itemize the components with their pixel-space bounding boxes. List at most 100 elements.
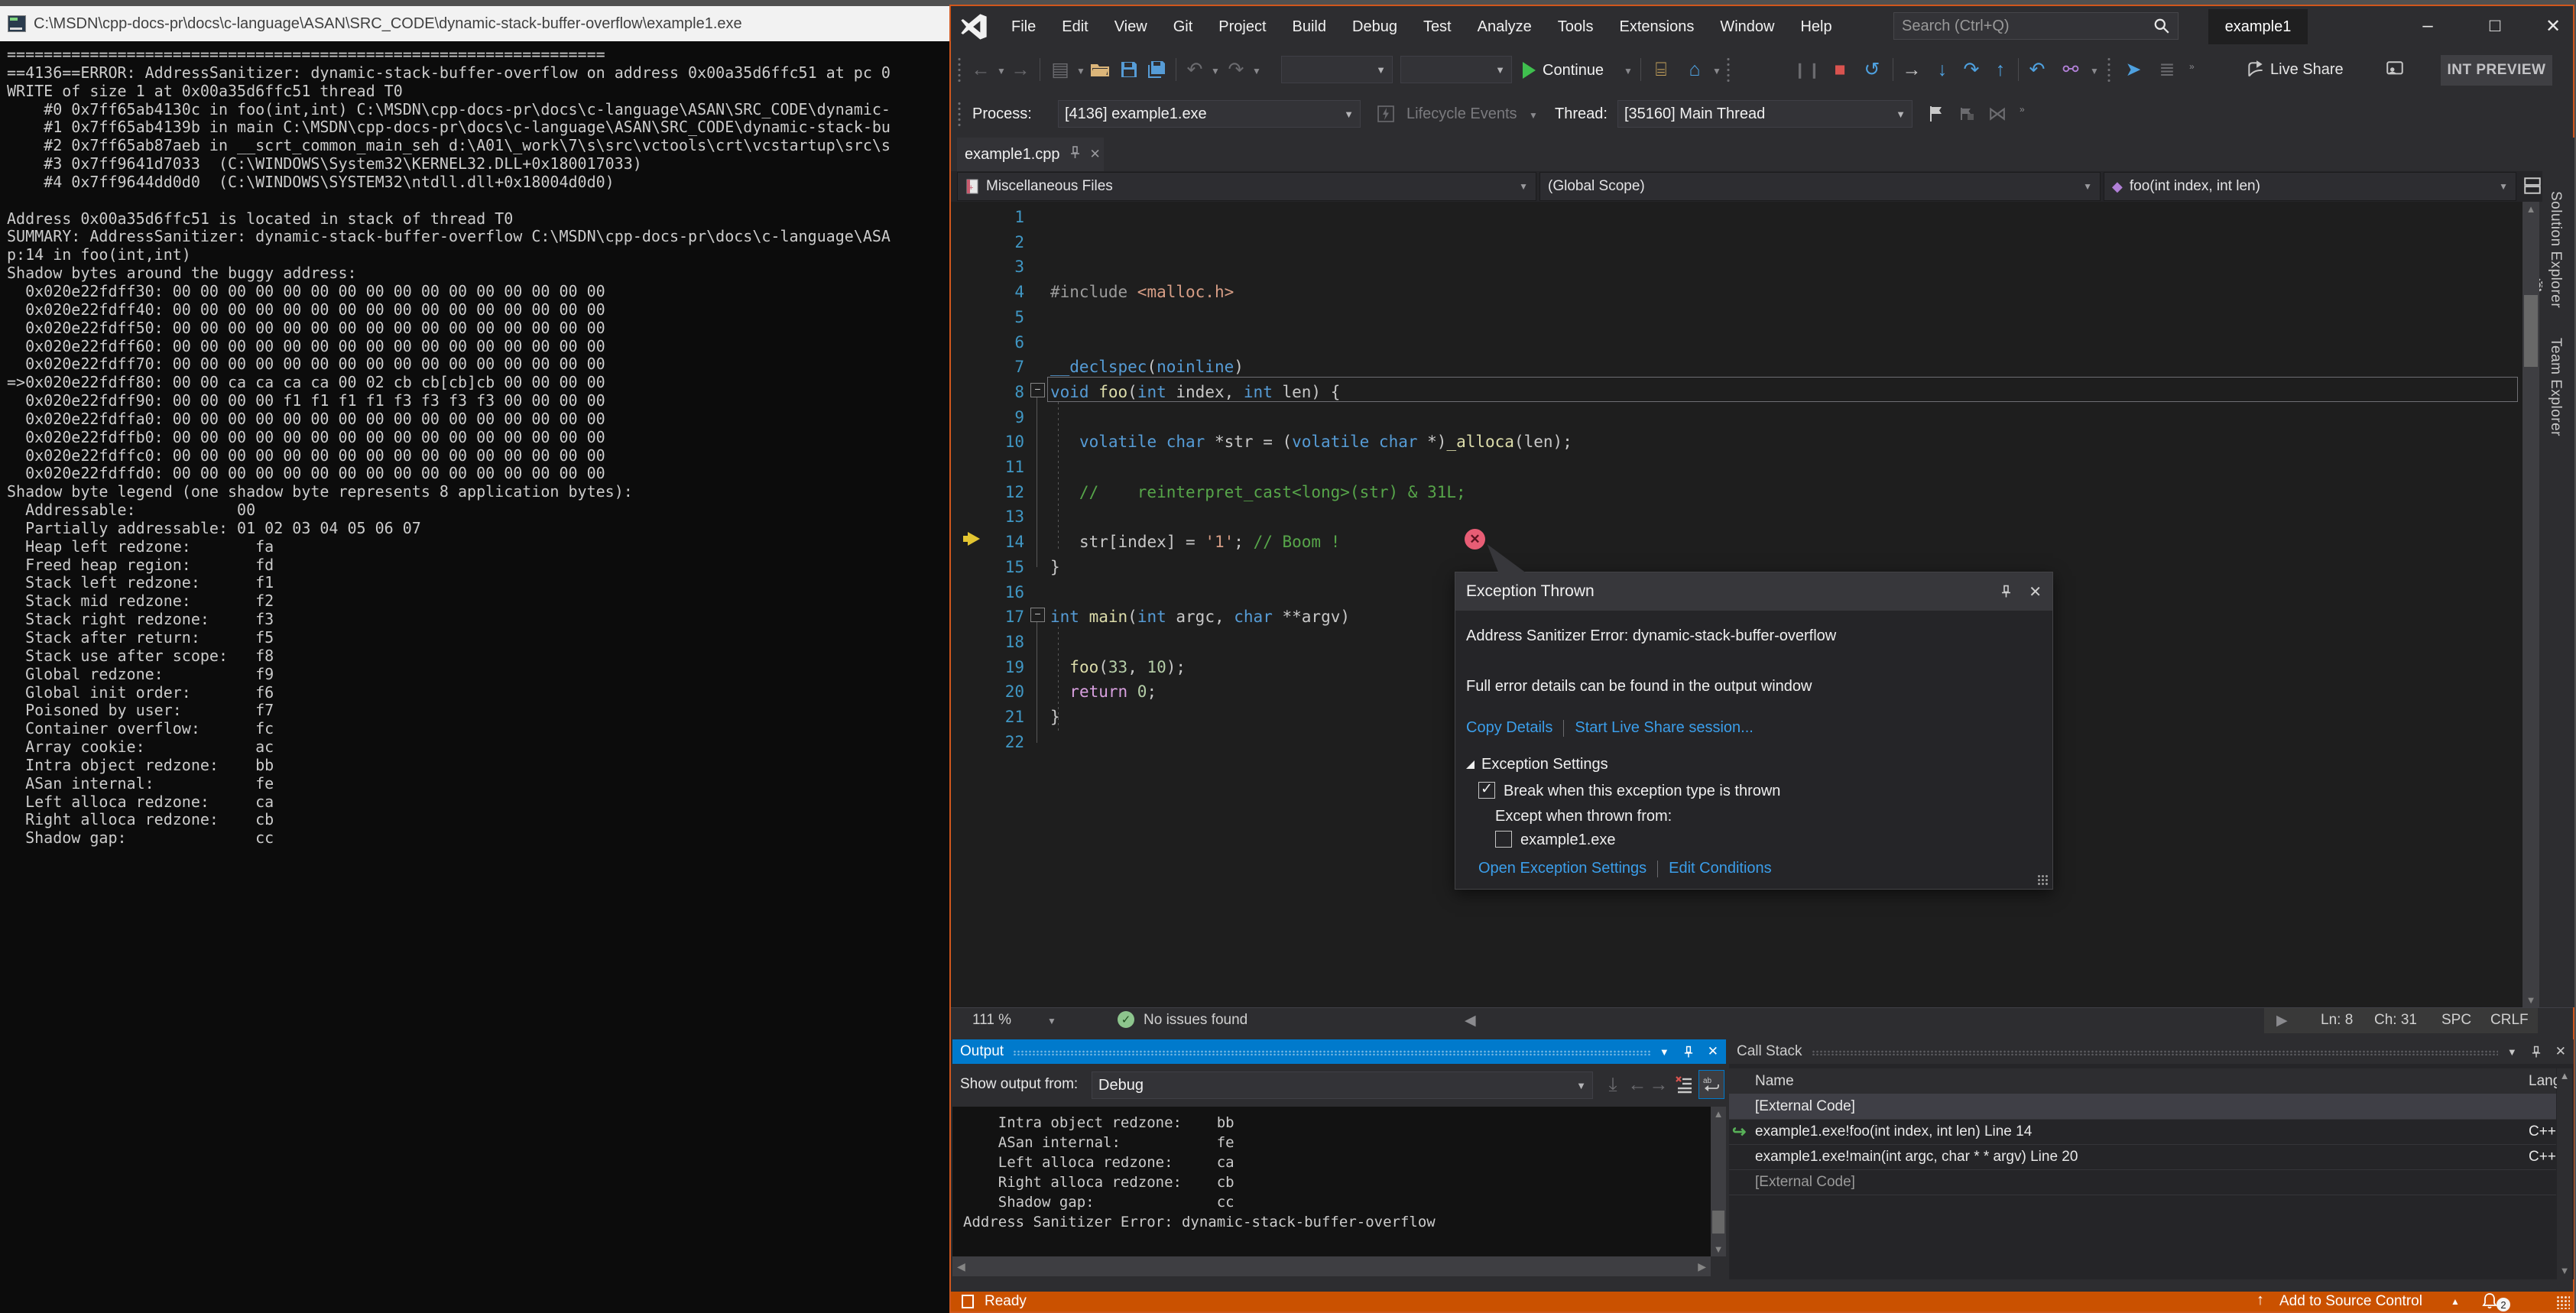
code-line-4[interactable]: #include <malloc.h> (1050, 280, 1234, 305)
pin-icon[interactable] (2531, 1046, 2542, 1059)
step-over-icon[interactable]: ↷ (1958, 58, 1984, 81)
split-editor-icon[interactable] (2522, 176, 2542, 199)
scroll-thumb[interactable] (1712, 1211, 1724, 1234)
flag-threads-icon[interactable] (1923, 102, 1949, 125)
int-preview-button[interactable]: INT PREVIEW (2441, 55, 2552, 86)
toolbar-grip[interactable] (957, 101, 962, 127)
open-exception-settings-link[interactable]: Open Exception Settings (1478, 860, 1646, 877)
code-line-15[interactable]: } (1050, 555, 1060, 580)
maximize-button[interactable]: □ (2475, 11, 2515, 41)
notification-badge[interactable]: 2 (2497, 1298, 2510, 1311)
document-outline-icon[interactable]: ≣ (2154, 58, 2180, 81)
call-stack-row[interactable]: [External Code] (1729, 1094, 2556, 1120)
search-input[interactable]: Search (Ctrl+Q) (1893, 12, 2179, 40)
scroll-left-icon[interactable]: ◀ (957, 1260, 965, 1273)
editor-scrollbar[interactable]: ▲ ▼ (2522, 202, 2539, 1007)
module-checkbox-row[interactable]: example1.exe (1495, 831, 1616, 849)
notifications-bell-icon[interactable] (2481, 1292, 2498, 1313)
add-to-source-control-button[interactable]: Add to Source Control (2279, 1293, 2422, 1310)
exception-error-icon[interactable]: ✕ (1465, 529, 1485, 550)
tab-solution-explorer[interactable]: Solution Explorer (2547, 191, 2564, 308)
menu-file[interactable]: File (998, 12, 1049, 42)
margin-collapse-icon[interactable]: ◀ (1465, 1012, 1476, 1029)
toolbar-grip[interactable] (2107, 57, 2111, 83)
close-icon[interactable]: ✕ (2555, 1044, 2566, 1059)
start-live-share-link[interactable]: Start Live Share session... (1575, 719, 1753, 736)
new-file-icon[interactable]: ▤ (1047, 58, 1073, 81)
goto-message-icon[interactable]: ⤓ (1602, 1073, 1624, 1096)
thread-dropdown[interactable]: [35160] Main Thread▼ (1617, 100, 1913, 128)
clear-all-icon[interactable] (1672, 1073, 1695, 1096)
toolbar-grip[interactable] (957, 57, 962, 83)
prev-message-icon[interactable]: ← (1627, 1073, 1648, 1096)
live-share-label[interactable]: Live Share (2270, 58, 2344, 81)
lifecycle-events-icon[interactable] (1373, 102, 1399, 125)
code-line-17[interactable]: int main(int argc, char **argv) (1050, 605, 1360, 630)
pin-tab-icon[interactable] (1069, 146, 1081, 163)
vs-titlebar[interactable]: FileEditViewGitProjectBuildDebugTestAnal… (951, 6, 2573, 47)
menu-tools[interactable]: Tools (1545, 12, 1607, 42)
menu-view[interactable]: View (1101, 12, 1160, 42)
output-titlebar[interactable]: Output ▼ ✕ (952, 1039, 1726, 1064)
break-checkbox-row[interactable]: Break when this exception type is thrown (1478, 782, 1780, 800)
eol-indicator[interactable]: CRLF (2490, 1012, 2529, 1029)
step-out-icon[interactable]: ↑ (1987, 58, 2013, 81)
window-position-dropdown-icon[interactable]: ▼ (2507, 1046, 2517, 1058)
call-stack-titlebar[interactable]: Call Stack ▼ ✕ (1729, 1039, 2574, 1064)
output-vscrollbar[interactable]: ▲ ▼ (1711, 1107, 1726, 1256)
parallel-stacks-icon[interactable]: ⋈ (1984, 102, 2010, 125)
toolbar-overflow[interactable]: » (2189, 61, 2195, 72)
tab-example1-cpp[interactable]: example1.cpp ✕ (957, 138, 1104, 171)
call-stack-scrollbar[interactable]: ▲ ▼ (2557, 1068, 2572, 1279)
scroll-down-icon[interactable]: ▼ (1711, 1243, 1726, 1255)
code-line-7[interactable]: __declspec(noinline) (1050, 355, 1244, 380)
menu-git[interactable]: Git (1160, 12, 1206, 42)
word-wrap-icon[interactable]: ab (1698, 1070, 1724, 1099)
menu-debug[interactable]: Debug (1339, 12, 1410, 42)
new-file-dropdown[interactable]: ▼ (1076, 66, 1085, 76)
show-next-statement-icon[interactable]: → (1899, 58, 1925, 81)
panel-drag-grip[interactable] (1812, 1050, 2498, 1055)
debug-more-dropdown[interactable]: ▼ (2090, 66, 2099, 76)
project-dropdown[interactable]: + Miscellaneous Files ▼ (957, 172, 1536, 201)
undo-icon[interactable]: ↶ (1182, 58, 1208, 81)
menu-project[interactable]: Project (1205, 12, 1279, 42)
save-icon[interactable] (1116, 58, 1142, 81)
navigate-back-dropdown[interactable]: ▼ (997, 66, 1006, 76)
find-in-files-icon[interactable]: ⌸ (1648, 58, 1674, 81)
zoom-dropdown-icon[interactable]: ▼ (1047, 1016, 1056, 1026)
code-line-12[interactable]: // reinterpret_cast<long>(str) & 31L; (1050, 480, 1466, 505)
lifecycle-dropdown[interactable]: ▼ (1529, 110, 1538, 121)
editor-scroll-thumb[interactable] (2524, 295, 2538, 367)
console-titlebar[interactable]: C:\MSDN\cpp-docs-pr\docs\c-language\ASAN… (0, 6, 949, 41)
home-document-icon[interactable]: ⌂ (1682, 58, 1708, 81)
scope-dropdown[interactable]: (Global Scope)▼ (1539, 172, 2101, 201)
source-control-dropdown-icon[interactable]: ▲ (2451, 1296, 2460, 1307)
menu-test[interactable]: Test (1410, 12, 1465, 42)
expand-icon[interactable]: ▶ (2276, 1012, 2288, 1029)
code-line-20[interactable]: return 0; (1050, 679, 1157, 705)
edit-conditions-link[interactable]: Edit Conditions (1669, 860, 1772, 877)
output-source-dropdown[interactable]: Debug▼ (1092, 1071, 1593, 1099)
name-column-header[interactable]: Name (1755, 1073, 1794, 1090)
save-all-icon[interactable] (1144, 58, 1170, 81)
redo-dropdown[interactable]: ▼ (1252, 66, 1261, 76)
menu-extensions[interactable]: Extensions (1606, 12, 1707, 42)
feedback-icon[interactable] (2382, 58, 2408, 81)
scroll-up-icon[interactable]: ▲ (2522, 203, 2539, 215)
close-icon[interactable]: ✕ (1708, 1044, 1718, 1059)
call-stack-header[interactable]: Name Lang (1729, 1068, 2556, 1094)
stop-debugging-icon[interactable]: ■ (1827, 58, 1853, 81)
exception-popup-header[interactable]: Exception Thrown ✕ (1455, 572, 2052, 611)
close-button[interactable]: ✕ (2533, 11, 2573, 41)
scroll-up-icon[interactable]: ▲ (2557, 1070, 2572, 1081)
break-all-icon[interactable]: ❙❙ (1795, 58, 1821, 81)
output-content[interactable]: Intra object redzone: bb ASan internal: … (952, 1107, 1711, 1256)
close-tab-icon[interactable]: ✕ (1090, 147, 1101, 162)
window-resize-grip[interactable] (2556, 1295, 2570, 1309)
lifecycle-events-label[interactable]: Lifecycle Events (1406, 105, 1517, 123)
output-hscrollbar[interactable]: ◀ ▶ (952, 1256, 1711, 1276)
code-line-19[interactable]: foo(33, 10); (1050, 655, 1186, 680)
panel-drag-grip[interactable] (1013, 1050, 1650, 1055)
code-map-icon[interactable]: ⚯ (2058, 58, 2084, 81)
